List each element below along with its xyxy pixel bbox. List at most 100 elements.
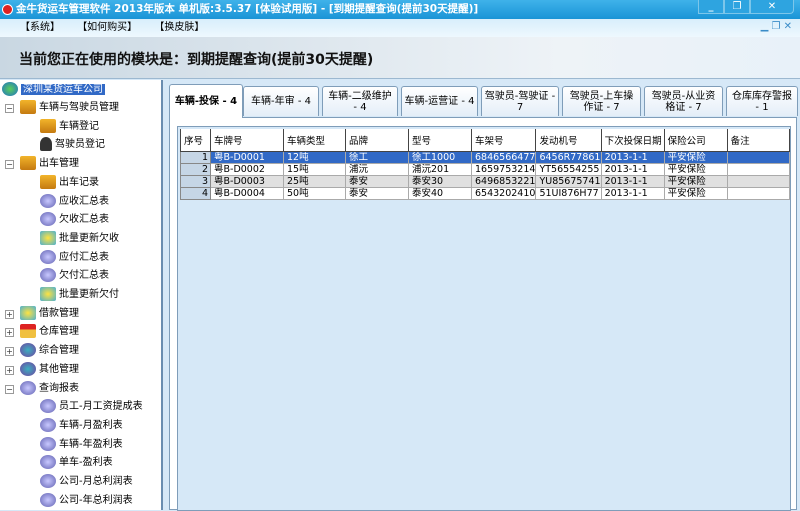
expand-icon[interactable]: + [5,328,14,338]
table-cell: 平安保险 [663,150,728,164]
gear-icon [20,343,36,358]
tree-item[interactable]: 综合管理 [20,342,79,360]
tree-item[interactable]: 公司-月总利润表 [40,473,133,491]
collapse-icon[interactable]: − [5,160,14,170]
tab-6[interactable]: 驾驶员-从业资格证 - 7 [644,86,723,116]
table-row[interactable]: 1 粤B-D0001 12吨 徐工 徐工1000 6846566477 6456R77861… [180,150,790,164]
maximize-button[interactable]: ❐ [724,0,750,14]
tree-root[interactable]: 深圳某货运车公司 [2,81,105,99]
truck-icon [20,100,36,114]
module-title: 当前您正在使用的模块是：到期提醒查询(提前30天提醒) [19,52,374,68]
tree-item[interactable]: 公司-年总利润表 [40,492,133,510]
menu-system[interactable]: 【系统】 [20,22,60,33]
tree-item[interactable]: 单车-盈利表 [40,454,113,472]
menu-how-to-buy[interactable]: 【如何购买】 [77,22,137,33]
collapse-icon[interactable]: − [5,384,14,394]
column-header[interactable]: 型号 [408,129,472,152]
mdi-minimize-icon[interactable]: ▁ [761,21,769,32]
navigation-tree: 深圳某货运车公司 车辆与驾驶员管理 − 车辆登记 驾驶员登记 出车管理 − 出车记录 应收汇总… [0,80,163,510]
tree-item-label: 出车管理 [39,158,79,170]
money-icon [40,230,56,245]
table-cell: YT56554255 [535,162,602,176]
tab-0[interactable]: 车辆-投保 - 4 [169,84,243,118]
table-row[interactable]: 2 粤B-D0002 15吨 浦沅 浦沅201 1659753214 YT56554255 2… [180,162,790,176]
tab-3[interactable]: 车辆-运营证 - 4 [401,86,478,116]
tree-item[interactable]: 车辆-月盈利表 [40,417,123,435]
table-cell: 泰安 [345,186,409,200]
minimize-button[interactable]: _ [698,0,724,14]
table-row[interactable]: 4 粤B-D0004 50吨 泰安 泰安40 6543202410 51UI876H77 20… [180,186,790,200]
column-header[interactable]: 下次投保日期 [600,129,665,152]
tree-item-label: 欠收汇总表 [59,214,109,226]
title-bar: 金牛货运车管理软件 2013年版本 单机版:3.5.37 [体验试用版] - [… [0,0,800,19]
tab-5[interactable]: 驾驶员-上车操作证 - 7 [562,86,641,116]
table-cell: 粤B-D0001 [210,150,284,164]
expand-icon[interactable]: + [5,347,14,357]
table-cell: 25吨 [283,174,346,188]
tree-item[interactable]: 批量更新欠收 [40,230,119,248]
tree-item[interactable]: 出车管理 [20,155,79,173]
column-header[interactable]: 车辆类型 [283,129,346,152]
menu-change-skin[interactable]: 【换皮肤】 [154,22,204,33]
tree-item[interactable]: 批量更新欠付 [40,286,119,304]
close-button[interactable]: ✕ [750,0,794,14]
table-cell [726,162,790,176]
tree-item[interactable]: 出车记录 [40,174,99,192]
money-icon [20,305,36,320]
money-icon [40,287,56,301]
tree-item[interactable]: 欠收汇总表 [40,211,109,229]
tab-7[interactable]: 仓库库存警报 - 1 [726,86,798,116]
table-cell: 徐工 [345,150,409,164]
app-logo-icon [2,4,13,15]
tree-item[interactable]: 其他管理 [20,361,79,379]
table-cell: 泰安40 [408,186,472,200]
mdi-close-icon[interactable]: ✕ [784,21,792,32]
gear-icon [20,361,36,376]
mdi-restore-icon[interactable]: ❐ [771,21,780,32]
tree-item-label: 批量更新欠收 [59,232,119,244]
module-header: 当前您正在使用的模块是：到期提醒查询(提前30天提醒) [0,37,800,79]
expand-icon[interactable]: + [5,309,14,319]
tree-item[interactable]: 车辆登记 [40,118,99,136]
disk-icon [40,455,56,470]
tree-item[interactable]: 驾驶员登记 [40,136,105,154]
collapse-icon[interactable]: − [5,104,14,113]
tree-item-label: 驾驶员登记 [55,139,105,151]
tree-item[interactable]: 查询报表 [20,380,79,398]
column-header[interactable]: 车牌号 [210,129,284,152]
table-cell: 3 [180,174,211,188]
disk-icon [40,268,56,283]
column-header[interactable]: 保险公司 [663,129,728,152]
window-title: 金牛货运车管理软件 2013年版本 单机版:3.5.37 [体验试用版] - [… [16,3,479,15]
tree-item-label: 查询报表 [39,382,79,394]
tree-item[interactable]: 车辆与驾驶员管理 [20,99,119,117]
tree-item[interactable]: 车辆-年盈利表 [40,436,123,454]
tree-item-label: 借款管理 [39,307,79,319]
column-header[interactable]: 序号 [180,129,211,152]
table-row[interactable]: 3 粤B-D0003 25吨 泰安 泰安30 6496853221 YU85675741 20… [180,174,790,188]
tree-root-label: 深圳某货运车公司 [21,84,105,95]
table-cell: 6456R77861 [535,150,602,164]
tree-item[interactable]: 应收汇总表 [40,193,109,211]
tab-1[interactable]: 车辆-年审 - 4 [243,86,319,116]
column-header[interactable]: 备注 [726,129,790,152]
disk-icon [40,212,56,227]
tree-item[interactable]: 应付汇总表 [40,249,109,267]
column-header[interactable]: 发动机号 [535,129,602,152]
tree-item[interactable]: 员工-月工资提成表 [40,398,143,416]
table-cell: 4 [180,186,211,200]
tab-4[interactable]: 驾驶员-驾驶证 - 7 [481,86,559,116]
table-cell: 2013-1-1 [600,186,665,200]
column-header[interactable]: 车架号 [470,129,537,152]
disk-icon [40,249,56,264]
table-cell: 徐工1000 [408,150,472,164]
tree-item-label: 公司-年总利润表 [59,494,133,506]
tree-item[interactable]: 欠付汇总表 [40,267,109,285]
table-cell: 粤B-D0003 [210,174,284,188]
expand-icon[interactable]: + [5,365,14,375]
tree-item[interactable]: 仓库管理 [20,323,79,341]
column-header[interactable]: 品牌 [345,129,409,152]
tab-2[interactable]: 车辆-二级维护 - 4 [322,86,398,116]
tree-item[interactable]: 借款管理 [20,305,79,323]
house-icon [20,324,36,339]
